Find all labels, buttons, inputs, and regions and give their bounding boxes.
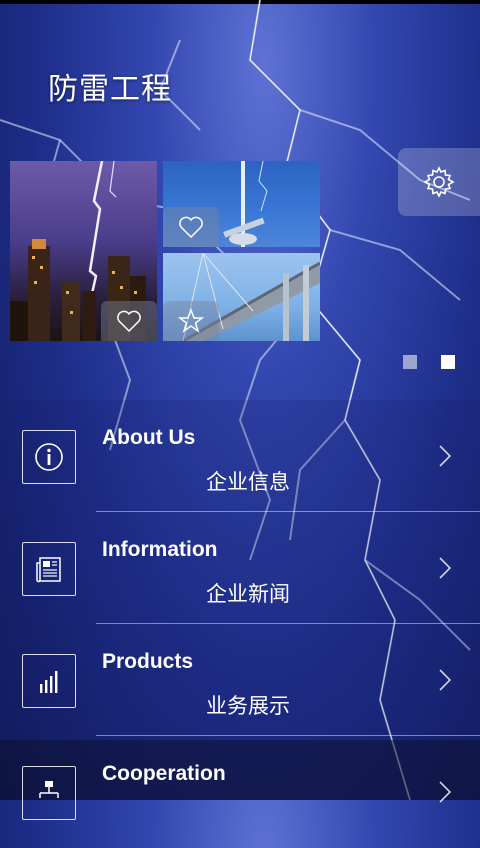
menu-item-title: Products	[102, 650, 194, 673]
menu-item-information[interactable]: Information 企业新闻	[0, 512, 480, 624]
menu-item-products[interactable]: Products 业务展示	[0, 624, 480, 736]
photo-gallery[interactable]	[10, 161, 320, 341]
org-chart-icon	[22, 766, 76, 820]
menu-item-about-us[interactable]: About Us 企业信息	[0, 400, 480, 512]
favorite-badge[interactable]	[101, 301, 157, 341]
newspaper-icon	[22, 542, 76, 596]
chevron-right-icon	[439, 445, 452, 467]
favorite-badge[interactable]	[163, 301, 219, 341]
favorite-badge[interactable]	[163, 207, 219, 247]
status-bar	[0, 0, 480, 4]
menu-item-subtitle: 企业新闻	[206, 582, 290, 606]
menu-item-title: About Us	[102, 426, 196, 449]
chevron-right-icon	[439, 557, 452, 579]
heart-icon	[117, 310, 141, 333]
app-title: 防雷工程	[48, 72, 172, 107]
bar-chart-icon	[22, 654, 76, 708]
city-lightning-photo[interactable]	[10, 161, 157, 341]
menu-item-title: Information	[102, 538, 218, 561]
page-dot-active[interactable]	[441, 355, 455, 369]
chevron-right-icon	[439, 781, 452, 803]
menu-item-cooperation[interactable]: Cooperation	[0, 736, 480, 848]
star-icon	[178, 308, 204, 333]
main-menu: About Us 企业信息 Information 企业新闻 Products …	[0, 400, 480, 820]
menu-item-subtitle: 企业信息	[206, 470, 290, 494]
page-indicator	[403, 355, 455, 369]
info-icon	[22, 430, 76, 484]
settings-button[interactable]	[398, 148, 480, 216]
menu-item-title: Cooperation	[102, 762, 226, 785]
chevron-right-icon	[439, 669, 452, 691]
menu-item-subtitle: 业务展示	[206, 694, 290, 718]
lightning-rod-photo[interactable]	[163, 161, 320, 247]
heart-icon	[179, 216, 203, 239]
page-dot[interactable]	[403, 355, 417, 369]
gear-icon	[423, 166, 455, 198]
bridge-photo[interactable]	[163, 253, 320, 341]
